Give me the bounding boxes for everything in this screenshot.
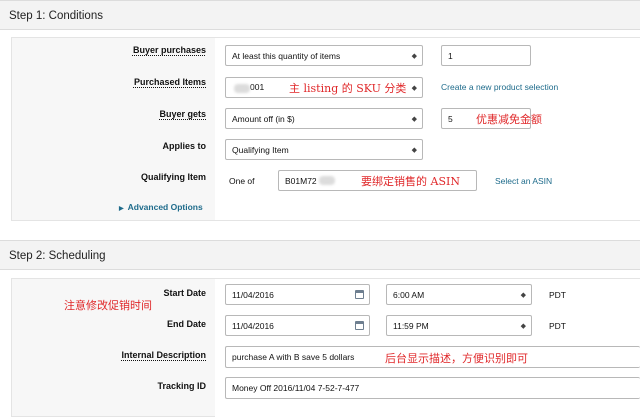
caret-updown-icon: ◆	[411, 146, 417, 154]
qualifying-item-label: Qualifying Item	[140, 172, 206, 182]
caret-updown-icon: ◆	[411, 52, 417, 60]
end-date-value: 11/04/2016	[232, 320, 274, 331]
step2-header: Step 2: Scheduling	[0, 240, 640, 270]
purchased-items-annotation: 主 listing 的 SKU 分类	[289, 82, 407, 95]
buyer-gets-annotation: 优惠减免金额	[476, 113, 542, 126]
purchased-items-select-value: 001	[232, 82, 265, 93]
caret-updown-icon: ◆	[520, 291, 526, 299]
redacted-mark	[318, 176, 335, 185]
end-timezone: PDT	[549, 321, 566, 331]
start-date-value: 11/04/2016	[232, 289, 274, 300]
start-date-label: Start Date	[163, 288, 206, 298]
select-asin-link[interactable]: Select an ASIN	[495, 176, 552, 186]
tracking-id-value: Money Off 2016/11/04 7-52-7-477	[232, 383, 360, 393]
caret-updown-icon: ◆	[411, 115, 417, 123]
end-time-select[interactable]: 11:59 PM ◆	[386, 315, 532, 336]
start-time-select[interactable]: 6:00 AM ◆	[386, 284, 532, 305]
qualifying-item-prefix: One of	[229, 176, 255, 186]
end-date-input[interactable]: 11/04/2016	[225, 315, 370, 336]
calendar-icon[interactable]	[355, 321, 364, 330]
scheduling-date-annotation: 注意修改促销时间	[64, 299, 152, 312]
triangle-right-icon: ▶	[119, 206, 124, 212]
step2-title: Step 2: Scheduling	[9, 250, 106, 262]
buyer-purchases-select[interactable]: At least this quantity of items ◆	[225, 45, 423, 66]
create-product-selection-link[interactable]: Create a new product selection	[441, 82, 558, 92]
step1-title: Step 1: Conditions	[9, 10, 103, 22]
qualifying-item-annotation: 要绑定销售的 ASIN	[361, 175, 460, 188]
advanced-options-toggle[interactable]: ▶ Advanced Options	[119, 202, 203, 212]
caret-updown-icon: ◆	[520, 322, 526, 330]
redacted-mark	[234, 83, 250, 93]
calendar-icon[interactable]	[355, 290, 364, 299]
step1-header: Step 1: Conditions	[0, 0, 640, 30]
internal-description-value: purchase A with B save 5 dollars	[232, 352, 355, 362]
buyer-gets-label: Buyer gets	[159, 109, 206, 119]
tracking-id-label: Tracking ID	[157, 381, 206, 391]
buyer-purchases-quantity-input[interactable]: 1	[441, 45, 531, 66]
start-date-input[interactable]: 11/04/2016	[225, 284, 370, 305]
applies-to-select-value: Qualifying Item	[232, 144, 289, 155]
end-time-value: 11:59 PM	[393, 320, 429, 331]
buyer-gets-select-value: Amount off (in $)	[232, 113, 295, 124]
start-timezone: PDT	[549, 290, 566, 300]
tracking-id-input[interactable]: Money Off 2016/11/04 7-52-7-477	[225, 377, 640, 399]
applies-to-label: Applies to	[162, 141, 206, 151]
purchased-items-label: Purchased Items	[133, 77, 206, 87]
buyer-purchases-label: Buyer purchases	[132, 45, 206, 55]
internal-description-annotation: 后台显示描述，方便识别即可	[385, 352, 528, 365]
qualifying-item-asin-value: B01M72	[285, 175, 317, 186]
buyer-gets-amount-value: 5	[448, 113, 453, 124]
applies-to-select[interactable]: Qualifying Item ◆	[225, 139, 423, 160]
end-date-label: End Date	[166, 319, 206, 329]
buyer-gets-select[interactable]: Amount off (in $) ◆	[225, 108, 423, 129]
internal-description-label: Internal Description	[121, 350, 206, 360]
purchased-items-sku-suffix: 001	[250, 82, 265, 93]
caret-updown-icon: ◆	[411, 84, 417, 92]
start-time-value: 6:00 AM	[393, 289, 425, 300]
advanced-options-label: Advanced Options	[127, 202, 203, 212]
buyer-purchases-select-value: At least this quantity of items	[232, 50, 341, 61]
